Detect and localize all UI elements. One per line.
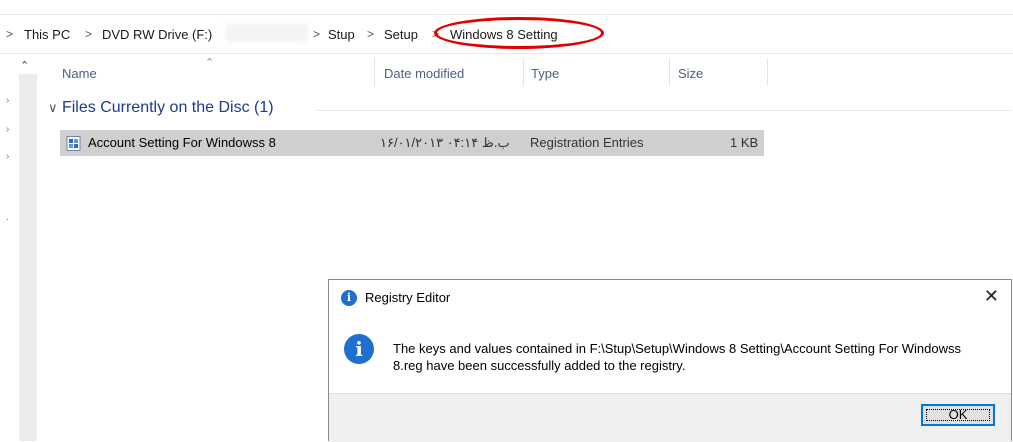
registry-editor-dialog: i Registry Editor ✕ i The keys and value… <box>328 279 1012 442</box>
breadcrumb-stup[interactable]: Stup <box>328 27 355 42</box>
file-name: Account Setting For Windowss 8 <box>88 135 276 150</box>
dialog-footer: OK <box>329 393 1011 442</box>
info-icon: i <box>341 290 357 306</box>
breadcrumb-this-pc[interactable]: This PC <box>24 27 70 42</box>
window-top-strip <box>0 0 1013 15</box>
file-size: 1 KB <box>730 135 759 150</box>
red-highlight-annotation <box>434 17 604 49</box>
nav-expand-icon[interactable]: › <box>6 151 9 162</box>
column-header-type[interactable]: Type <box>531 66 559 81</box>
nav-item-marker[interactable]: . <box>6 212 9 223</box>
file-row[interactable]: Account Setting For Windowss 8 ۱۶/۰۱/۲۰۱… <box>60 130 764 156</box>
chevron-right-icon: > <box>367 27 375 41</box>
chevron-right-icon: > <box>6 27 14 41</box>
column-divider[interactable] <box>669 58 670 86</box>
breadcrumb-setup[interactable]: Setup <box>384 27 418 42</box>
ok-button[interactable]: OK <box>921 404 995 426</box>
chevron-right-icon: > <box>85 27 93 41</box>
column-divider[interactable] <box>523 58 524 86</box>
dialog-message: The keys and values contained in F:\Stup… <box>393 341 961 373</box>
chevron-right-icon: > <box>313 27 321 41</box>
redacted-folder-name <box>226 24 308 42</box>
column-header-size[interactable]: Size <box>678 66 703 81</box>
nav-expand-icon[interactable]: › <box>6 124 9 135</box>
group-header[interactable]: ∨ Files Currently on the Disc (1) <box>48 99 274 117</box>
file-type: Registration Entries <box>530 135 644 150</box>
column-divider[interactable] <box>767 58 768 86</box>
scroll-up-icon[interactable]: ⌃ <box>20 59 29 72</box>
file-date-modified: ۱۶/۰۱/۲۰۱۳ ب.ظ ۰۴:۱۴ <box>380 135 510 150</box>
navigation-scrollbar[interactable] <box>19 74 37 441</box>
column-divider[interactable] <box>374 58 375 86</box>
chevron-down-icon[interactable]: ∨ <box>48 100 58 115</box>
dialog-title: Registry Editor <box>365 290 451 305</box>
column-header-date-modified[interactable]: Date modified <box>384 66 464 81</box>
address-bar[interactable]: > This PC > DVD RW Drive (F:) > Stup > S… <box>0 15 1013 54</box>
sort-caret-icon: ⌃ <box>205 57 215 69</box>
breadcrumb-dvd-drive[interactable]: DVD RW Drive (F:) <box>102 27 212 42</box>
column-header-name[interactable]: Name <box>62 66 97 81</box>
group-divider <box>316 110 1011 111</box>
group-label: Files Currently on the Disc (1) <box>61 99 274 116</box>
nav-expand-icon[interactable]: › <box>6 95 9 106</box>
close-icon[interactable]: ✕ <box>984 286 999 307</box>
focus-rectangle <box>926 409 990 421</box>
registry-file-icon <box>66 136 81 151</box>
info-icon: i <box>344 334 374 364</box>
dialog-title-bar[interactable]: i Registry Editor ✕ <box>329 280 1011 314</box>
